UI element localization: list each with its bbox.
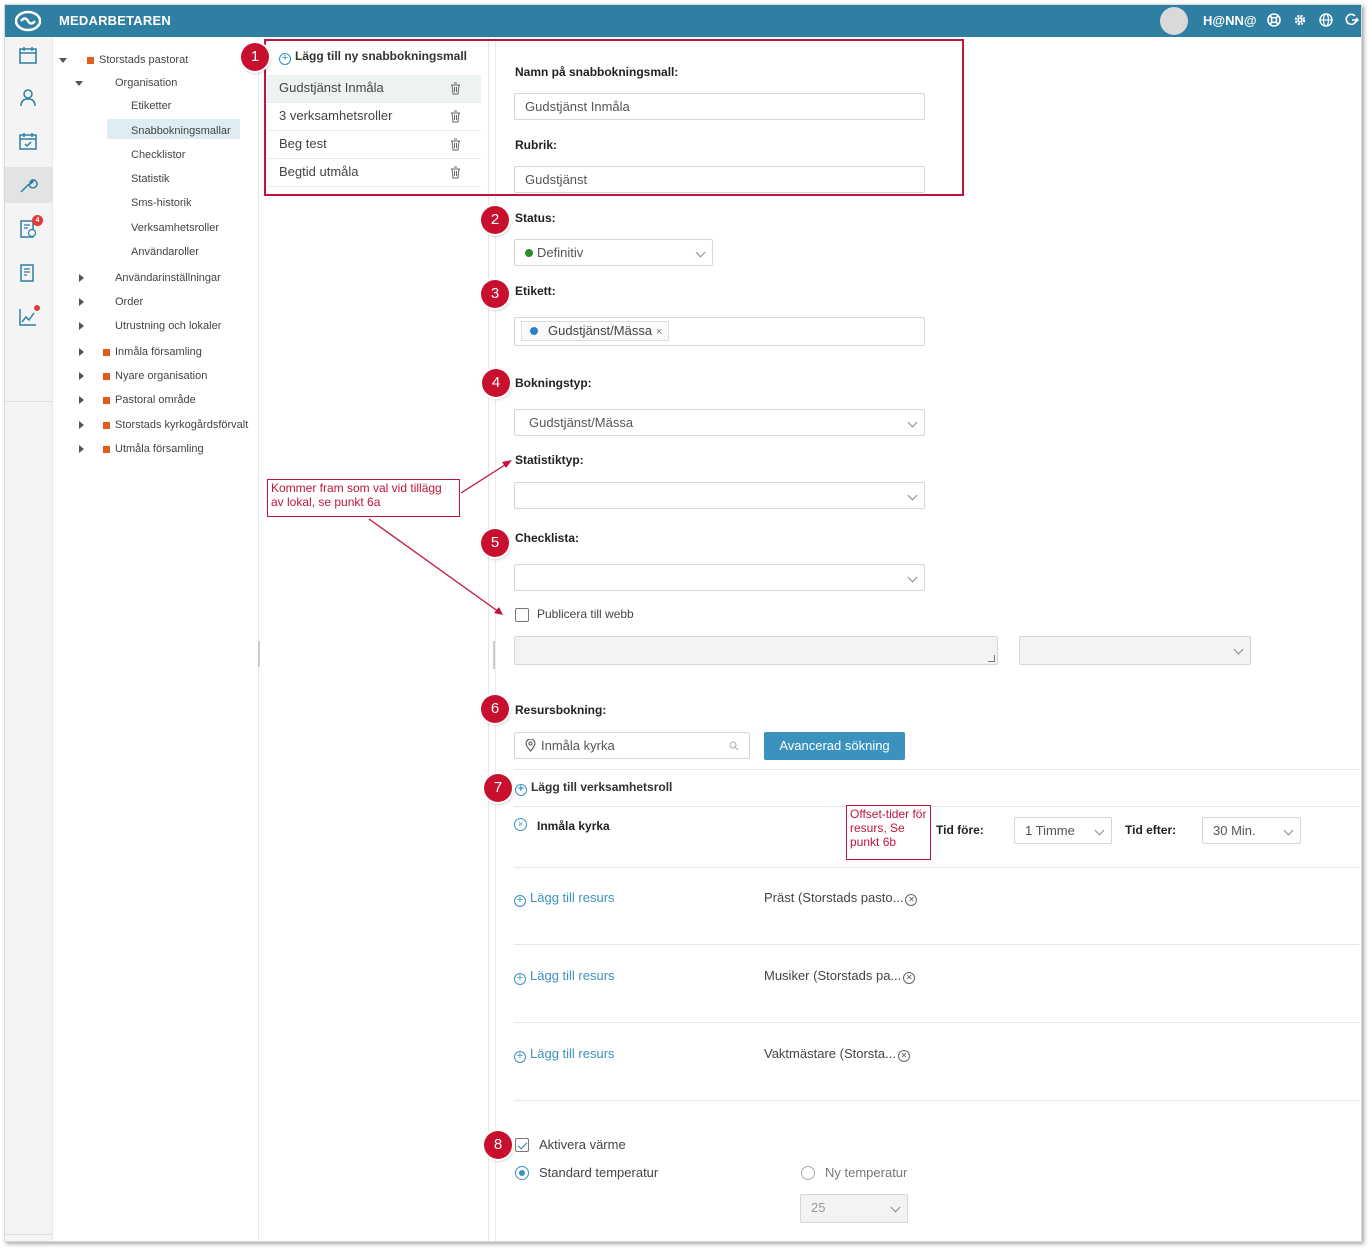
annotation-arrow — [460, 462, 509, 494]
annotation-arrows — [368, 460, 512, 615]
annotation-arrow — [368, 518, 500, 613]
app-window: MEDARBETAREN H@NN@ 4 Storstads pastorat … — [4, 4, 1362, 1242]
arrowhead-icon — [494, 607, 503, 615]
arrowhead-icon — [502, 460, 512, 468]
